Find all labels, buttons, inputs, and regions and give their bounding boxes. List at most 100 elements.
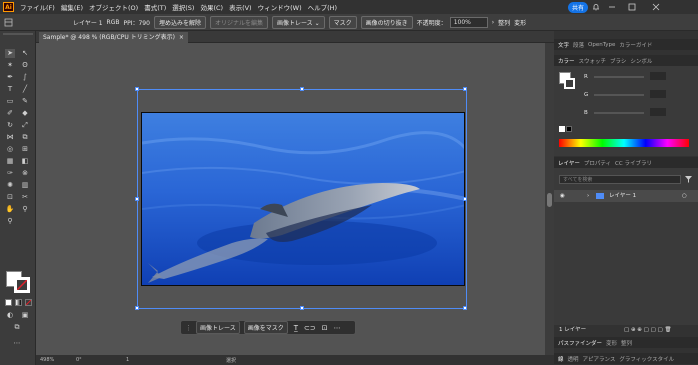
menu-effect[interactable]: 効果(C) [200, 2, 223, 12]
black-swatch[interactable] [566, 126, 572, 132]
toolbar-grip[interactable] [3, 33, 33, 35]
artboard-number[interactable]: 1 [126, 357, 129, 363]
panel-toggle-icon[interactable] [4, 18, 13, 27]
curvature-tool-icon[interactable]: ∫ [20, 73, 30, 82]
perspective-grid-tool-icon[interactable]: ⊞ [20, 145, 30, 154]
r-slider[interactable] [594, 76, 644, 78]
magic-wand-tool-icon[interactable]: ✶ [5, 61, 15, 70]
link-icon[interactable]: ⊂⊃ [304, 324, 316, 332]
rotation-angle[interactable]: 0° [76, 357, 82, 363]
rotate-tool-icon[interactable]: ↻ [5, 121, 15, 130]
selection-bounding-box[interactable] [135, 87, 467, 310]
bell-icon[interactable] [592, 3, 600, 11]
tab-properties[interactable]: プロパティ [584, 159, 611, 167]
shaper-tool-icon[interactable]: ✐ [5, 109, 15, 118]
zoom-small-tool-icon[interactable]: ⚲ [5, 217, 15, 226]
filter-icon[interactable] [685, 176, 692, 183]
drag-handle-icon[interactable]: ⋮ [185, 324, 192, 332]
tab-opentype[interactable]: OpenType [588, 42, 615, 48]
color-spectrum[interactable] [559, 139, 689, 147]
document-tab[interactable]: Sample* @ 498 % (RGB/CPU トリミング表示) × [39, 32, 188, 43]
color-mode-icon[interactable] [5, 299, 12, 306]
zoom-level[interactable]: 498% [40, 357, 54, 363]
opacity-input[interactable]: 100% [449, 16, 488, 28]
tab-layers[interactable]: レイヤー [558, 159, 580, 167]
handle-bottom-left[interactable] [135, 306, 139, 310]
slice-tool-icon[interactable]: ✂ [20, 193, 30, 202]
align-link[interactable]: 整列 [498, 18, 510, 27]
type-tool-icon[interactable]: T [5, 85, 15, 94]
edit-toolbar-icon[interactable]: ⧉ [12, 323, 22, 332]
zoom-tool-icon[interactable]: ⚲ [20, 205, 30, 214]
color-stroke-swatch[interactable] [564, 78, 575, 89]
tab-paragraph[interactable]: 段落 [573, 41, 584, 49]
rectangle-tool-icon[interactable]: ▭ [5, 97, 15, 106]
white-swatch[interactable] [559, 126, 565, 132]
none-mode-icon[interactable] [25, 299, 32, 306]
edit-original-button[interactable]: オリジナルを編集 [209, 15, 268, 29]
tab-pathfinder[interactable]: パスファインダー [558, 339, 602, 347]
stroke-swatch[interactable] [14, 277, 30, 293]
more-options-icon[interactable]: ⋯ [334, 324, 341, 332]
tab-brushes[interactable]: ブラシ [610, 57, 626, 65]
layer-row[interactable]: ◉ › レイヤー 1 ○ [554, 190, 698, 202]
scroll-thumb[interactable] [547, 193, 552, 207]
tab-color-guide[interactable]: カラーガイド [619, 41, 652, 49]
tab-transform[interactable]: 変形 [606, 339, 617, 347]
crop-image-button[interactable]: 画像の切り抜き [360, 15, 413, 29]
r-input[interactable] [650, 72, 666, 80]
image-trace-button[interactable]: 画像トレース [196, 321, 240, 334]
b-input[interactable] [650, 108, 666, 116]
hand-tool-icon[interactable]: ✋ [5, 205, 15, 214]
gradient-tool-icon[interactable]: ◧ [20, 157, 30, 166]
draw-mode-icon[interactable]: ◐ [5, 311, 15, 320]
eraser-tool-icon[interactable]: ◆ [20, 109, 30, 118]
tab-stroke[interactable]: 線 [558, 355, 564, 363]
menu-window[interactable]: ウィンドウ(W) [258, 2, 302, 12]
text-on-image-icon[interactable]: T̲ [294, 324, 298, 332]
transform-link[interactable]: 変形 [514, 18, 526, 27]
g-slider[interactable] [594, 94, 644, 96]
tab-appearance[interactable]: アピアランス [583, 355, 616, 363]
tab-align[interactable]: 整列 [621, 339, 632, 347]
tab-cc-libraries[interactable]: CC ライブラリ [615, 159, 652, 167]
mesh-tool-icon[interactable]: ▦ [5, 157, 15, 166]
menu-file[interactable]: ファイル(F) [20, 2, 55, 12]
mask-image-button[interactable]: 画像をマスク [243, 321, 288, 334]
chevron-right-icon[interactable]: › [492, 19, 494, 26]
tab-graphic-styles[interactable]: グラフィックスタイル [619, 355, 674, 363]
mask-button[interactable]: マスク [328, 15, 357, 29]
width-tool-icon[interactable]: ⋈ [5, 133, 15, 142]
tab-transparency[interactable]: 透明 [568, 355, 579, 363]
paintbrush-tool-icon[interactable]: ✎ [20, 97, 30, 106]
direct-selection-tool-icon[interactable]: ↖ [20, 49, 30, 58]
gradient-mode-icon[interactable] [15, 299, 22, 306]
menu-object[interactable]: オブジェクト(O) [89, 2, 138, 12]
layer-name[interactable]: レイヤー 1 [609, 190, 636, 202]
line-tool-icon[interactable]: ╱ [20, 85, 30, 94]
tab-color[interactable]: カラー [558, 57, 575, 65]
menu-help[interactable]: ヘルプ(H) [308, 2, 337, 12]
unembed-button[interactable]: 埋め込みを解除 [153, 15, 206, 29]
layer-footer-icons[interactable]: ▢ ⊕ ⊕ ▢ ▢ ▢ 🗑 [624, 325, 671, 335]
image-trace-dropdown[interactable]: 画像トレース ⌄ [271, 15, 325, 29]
close-tab-icon[interactable]: × [179, 34, 184, 41]
crop-icon[interactable]: ⊡ [322, 324, 328, 332]
status-label[interactable]: 選択 [226, 357, 236, 364]
handle-middle-left[interactable] [135, 197, 139, 201]
menu-type[interactable]: 書式(T) [144, 2, 166, 12]
share-button[interactable]: 共有 [568, 2, 589, 13]
close-icon[interactable] [652, 3, 660, 11]
column-graph-tool-icon[interactable]: ▥ [20, 181, 30, 190]
eye-icon[interactable]: ◉ [560, 190, 565, 202]
free-transform-tool-icon[interactable]: ⧉ [20, 133, 30, 142]
g-input[interactable] [650, 90, 666, 98]
vertical-scrollbar[interactable] [545, 43, 554, 355]
tab-symbols[interactable]: シンボル [630, 57, 652, 65]
handle-top-right[interactable] [463, 87, 467, 91]
lasso-tool-icon[interactable]: ʘ [20, 61, 30, 70]
screen-mode-icon[interactable]: ▣ [20, 311, 30, 320]
tab-character[interactable]: 文字 [558, 41, 569, 49]
blend-tool-icon[interactable]: ⊗ [20, 169, 30, 178]
artboard-tool-icon[interactable]: ⊡ [5, 193, 15, 202]
